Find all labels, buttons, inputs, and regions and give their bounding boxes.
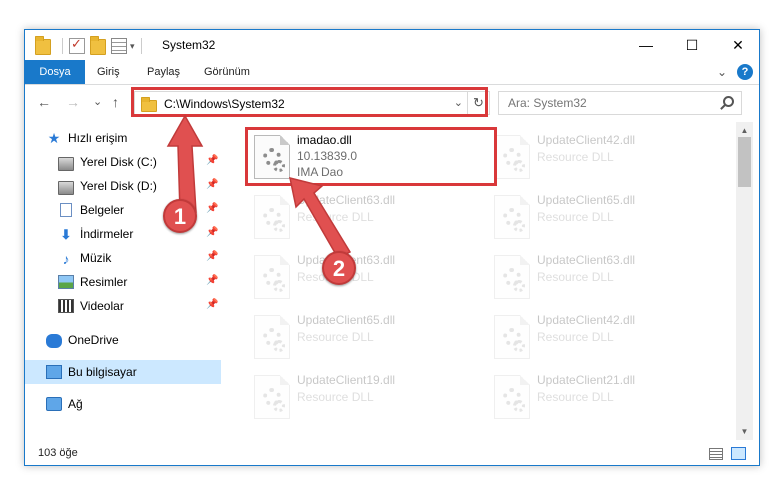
step-badge-2: 2: [322, 251, 356, 285]
step-badge-1: 1: [163, 199, 197, 233]
arrow-1: [166, 114, 204, 213]
arrow-2: [289, 176, 352, 259]
tutorial-arrows: [166, 114, 352, 259]
